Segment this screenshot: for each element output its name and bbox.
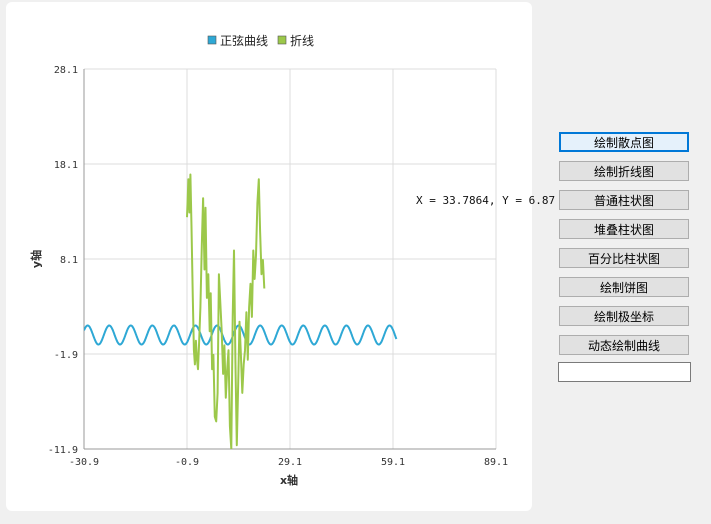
chart-plot[interactable]: -30.9 -0.9 29.1 59.1 89.1 -11.9 -1.9 8.1 18.1 28.… [6,2,532,511]
legend-swatch [207,35,217,45]
chart-tick-labels: -30.9 -0.9 29.1 59.1 89.1 -11.9 -1.9 8.1 18.1 28.… [48,65,508,468]
x-tick-label: 89.1 [484,457,508,468]
y-tick-label: -11.9 [48,445,78,456]
x-tick-label: -30.9 [69,457,99,468]
draw-polar-button[interactable]: 绘制极坐标 [559,306,689,326]
series-line-polyline [186,173,266,449]
y-axis-title: y轴 [29,250,43,268]
y-tick-label: 8.1 [60,255,78,266]
draw-pie-button[interactable]: 绘制饼图 [559,277,689,297]
legend-label: 折线 [290,33,314,48]
chart-grid [83,68,497,450]
x-tick-label: -0.9 [175,457,199,468]
text-input[interactable] [558,362,691,382]
chart-legend[interactable]: 正弦曲线 折线 [207,33,314,48]
legend-swatch [277,35,287,45]
dynamic-curve-button[interactable]: 动态绘制曲线 [559,335,689,355]
chart-series [84,173,398,449]
coordinate-readout: X = 33.7864, Y = 6.87 [416,194,556,207]
y-tick-label: -1.9 [54,350,78,361]
legend-item[interactable]: 正弦曲线 [207,33,268,48]
draw-line-button[interactable]: 绘制折线图 [559,161,689,181]
y-tick-label: 28.1 [54,65,78,76]
legend-label: 正弦曲线 [220,33,268,48]
x-axis-title: x轴 [280,473,298,487]
x-tick-label: 29.1 [278,457,302,468]
legend-item[interactable]: 折线 [277,33,314,48]
chart-panel[interactable]: -30.9 -0.9 29.1 59.1 89.1 -11.9 -1.9 8.1 18.1 28.… [6,2,532,511]
stacked-bar-button[interactable]: 堆叠柱状图 [559,219,689,239]
draw-scatter-button[interactable]: 绘制散点图 [559,132,689,152]
y-tick-label: 18.1 [54,160,78,171]
x-tick-label: 59.1 [381,457,405,468]
bar-chart-button[interactable]: 普通柱状图 [559,190,689,210]
percent-bar-button[interactable]: 百分比柱状图 [559,248,689,268]
